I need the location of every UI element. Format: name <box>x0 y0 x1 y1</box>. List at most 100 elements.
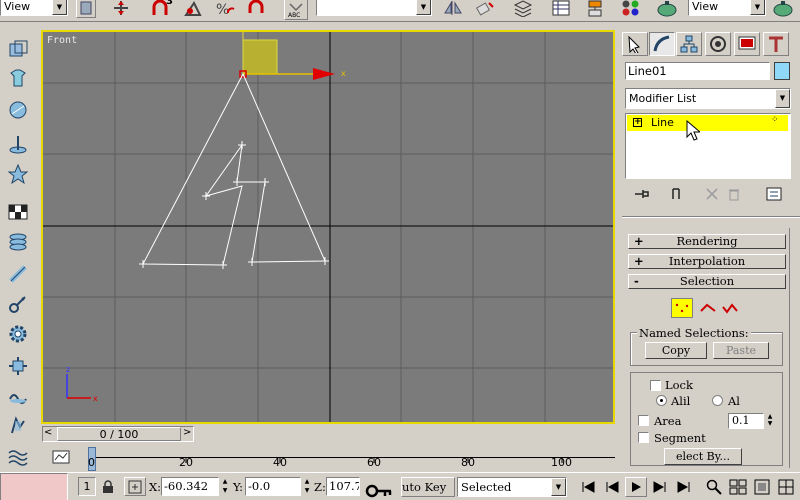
render-type-combo[interactable]: View ▼ <box>688 0 766 16</box>
x-coord-spinner[interactable]: ▲ ▼ <box>220 477 230 496</box>
layer-manager-button[interactable] <box>512 0 534 18</box>
zoom-extents-all-button[interactable] <box>776 477 796 497</box>
quick-render-button[interactable] <box>772 0 794 18</box>
go-to-start-button[interactable] <box>578 477 598 497</box>
selection-lock-button[interactable] <box>99 477 117 496</box>
systems-button[interactable] <box>6 414 30 438</box>
named-selection-combo[interactable]: ▼ <box>316 0 432 16</box>
time-prev-icon[interactable]: < <box>44 427 56 438</box>
spinner-snap-button[interactable] <box>246 0 268 18</box>
track-view-icon <box>552 0 570 16</box>
command-panel-scrollbar[interactable] <box>789 228 797 468</box>
material-editor-button[interactable] <box>620 0 642 18</box>
expand-plus-icon[interactable]: + <box>633 118 642 127</box>
segment-level-button[interactable] <box>698 298 718 318</box>
copy-button[interactable]: Copy <box>645 342 707 359</box>
display-tab[interactable] <box>734 32 760 56</box>
maxscript-listener-field[interactable] <box>0 473 68 500</box>
track-bar[interactable]: 0 20 40 60 80 100 <box>42 445 615 472</box>
spline-level-button[interactable] <box>720 298 740 318</box>
sphere-create-button[interactable] <box>6 98 30 122</box>
track-view-button[interactable] <box>550 0 572 18</box>
set-key-button[interactable] <box>364 481 394 500</box>
next-frame-button[interactable] <box>650 477 670 497</box>
make-unique-button[interactable] <box>701 184 723 204</box>
helper-button[interactable] <box>6 354 30 378</box>
key-filter-combo[interactable]: Selected ▼ <box>457 477 567 497</box>
configure-sets-button[interactable] <box>763 184 785 204</box>
mirror-button[interactable] <box>442 0 464 18</box>
shirt-create-button[interactable] <box>6 66 30 90</box>
vertex-level-button[interactable] <box>671 298 693 318</box>
percent-snap-button[interactable]: % <box>214 0 236 18</box>
time-slider-thumb[interactable]: 0 / 100 <box>57 427 181 441</box>
bone-button[interactable] <box>6 262 30 286</box>
rendering-rollout[interactable]: + Rendering <box>628 234 786 249</box>
checker-material-button[interactable] <box>6 200 30 224</box>
gear-button[interactable] <box>6 322 30 346</box>
previous-frame-button[interactable] <box>602 477 622 497</box>
auto-key-button[interactable]: uto Key <box>401 477 455 497</box>
gizmo-x-arrow[interactable] <box>313 68 335 80</box>
z-coord-field[interactable]: 107.7 <box>326 477 360 496</box>
show-end-result-button[interactable] <box>665 184 687 204</box>
time-slider-track[interactable]: < 0 / 100 > <box>42 426 194 442</box>
gizmo-plane-box[interactable] <box>242 39 278 75</box>
all-radio[interactable] <box>712 395 723 406</box>
shirt-icon <box>10 69 26 87</box>
area-value-field[interactable]: 0.1 <box>728 413 764 429</box>
pivot-center-button[interactable] <box>76 0 96 18</box>
modifier-list-combo[interactable]: Modifier List ▼ <box>625 88 791 109</box>
pin-stack-button[interactable] <box>631 184 653 204</box>
alike-radio[interactable] <box>656 395 667 406</box>
remove-modifier-button[interactable] <box>723 184 745 204</box>
wave-button[interactable] <box>6 444 30 468</box>
edit-named-selection-button[interactable]: ABC <box>284 0 308 20</box>
interpolation-rollout[interactable]: + Interpolation <box>628 254 786 269</box>
area-selection-checkbox[interactable] <box>638 415 649 426</box>
absolute-relative-toggle[interactable] <box>124 477 146 496</box>
align-button[interactable] <box>474 0 496 18</box>
snap-3d-button[interactable]: 3 <box>150 0 173 18</box>
motion-tab[interactable] <box>705 32 731 56</box>
y-coord-field[interactable]: -0.0 <box>245 477 301 496</box>
go-to-end-button[interactable] <box>674 477 694 497</box>
star-create-button[interactable] <box>6 162 30 186</box>
segment-end-checkbox[interactable] <box>638 432 649 443</box>
front-viewport[interactable]: Front x z x <box>41 30 615 424</box>
x-coord-field[interactable]: -60.342 <box>161 477 219 496</box>
zoom-extents-button[interactable] <box>752 477 772 497</box>
selection-rollout[interactable]: - Selection <box>628 274 786 289</box>
line01-spline[interactable] <box>142 72 326 266</box>
play-button[interactable] <box>625 477 647 497</box>
stack-item-line[interactable]: + Line ⁘ <box>627 115 788 131</box>
utilities-tab[interactable] <box>763 32 789 56</box>
reference-coordinate-combo-left[interactable]: View ▼ <box>0 0 68 16</box>
zoom-button[interactable] <box>704 477 724 497</box>
paste-button[interactable]: Paste <box>713 342 769 359</box>
object-name-field[interactable]: Line01 <box>625 62 770 80</box>
layers-button[interactable] <box>6 230 30 254</box>
key-button[interactable] <box>6 292 30 316</box>
object-color-swatch[interactable] <box>774 62 790 80</box>
tick-80: 80 <box>461 456 475 469</box>
select-by-button[interactable]: elect By... <box>664 448 742 465</box>
lathe-create-button[interactable] <box>6 132 30 156</box>
schematic-view-button[interactable] <box>584 0 606 18</box>
select-move-button[interactable] <box>110 0 132 18</box>
modify-tab[interactable] <box>649 32 675 56</box>
lock-handles-checkbox[interactable] <box>650 380 661 391</box>
time-next-icon[interactable]: > <box>183 427 195 438</box>
box-create-button[interactable] <box>6 38 30 62</box>
track-bar-filter-button[interactable] <box>50 448 72 466</box>
helper-icon <box>9 357 27 375</box>
z-coord-label: Z: <box>314 480 326 494</box>
hierarchy-tab[interactable] <box>676 32 702 56</box>
zoom-all-button[interactable] <box>728 477 748 497</box>
area-spinner[interactable]: ▲ ▼ <box>765 413 775 429</box>
space-warp-button[interactable] <box>6 384 30 408</box>
y-coord-spinner[interactable]: ▲ ▼ <box>302 477 312 496</box>
create-tab[interactable] <box>622 32 648 56</box>
render-scene-button[interactable] <box>656 0 678 18</box>
angle-snap-button[interactable] <box>182 0 204 18</box>
